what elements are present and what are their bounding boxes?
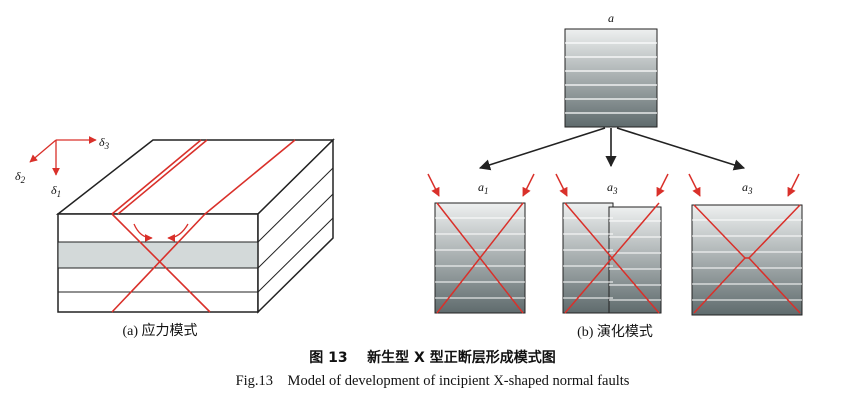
caption-cn-number: 图 13: [309, 350, 348, 366]
stage-3-label: a3: [742, 180, 753, 196]
evolution-arrow-left: [478, 127, 606, 171]
caption-en-title: Model of development of incipient X-shap…: [287, 373, 630, 389]
stage-1-label: a1: [478, 180, 489, 196]
delta3-label: δ3: [99, 135, 110, 151]
evolution-diagram: a a1 a3 a3 (b) 演化模式: [427, 11, 803, 340]
stage-a-label: a: [608, 11, 614, 25]
evolution-arrow-right: [616, 127, 746, 171]
delta2-label: δ2: [15, 169, 26, 185]
panel-b-label: (b) 演化模式: [577, 324, 653, 340]
stage-2-label: a3: [607, 180, 618, 196]
stress-block-diagram: δ3 δ2 δ1 (a) 应力模式: [15, 135, 335, 339]
stage-3-stack: [688, 173, 803, 316]
caption-chinese: 图 13 新生型 X 型正断层形成模式图: [0, 347, 865, 367]
stage-a-stack: [564, 28, 658, 128]
stage-1-stack: [427, 173, 535, 314]
caption-english: Fig.13 Model of development of incipient…: [0, 373, 865, 390]
stage-2-stack: [555, 173, 669, 314]
delta1-label: δ1: [51, 183, 61, 199]
panel-a-label: (a) 应力模式: [122, 322, 197, 339]
caption-cn-title: 新生型 X 型正断层形成模式图: [367, 350, 556, 366]
figure-canvas: δ3 δ2 δ1 (a) 应力模式 a a1 a3 a3 (b) 演化模式: [15, 11, 803, 340]
caption-en-number: Fig.13: [235, 373, 274, 389]
